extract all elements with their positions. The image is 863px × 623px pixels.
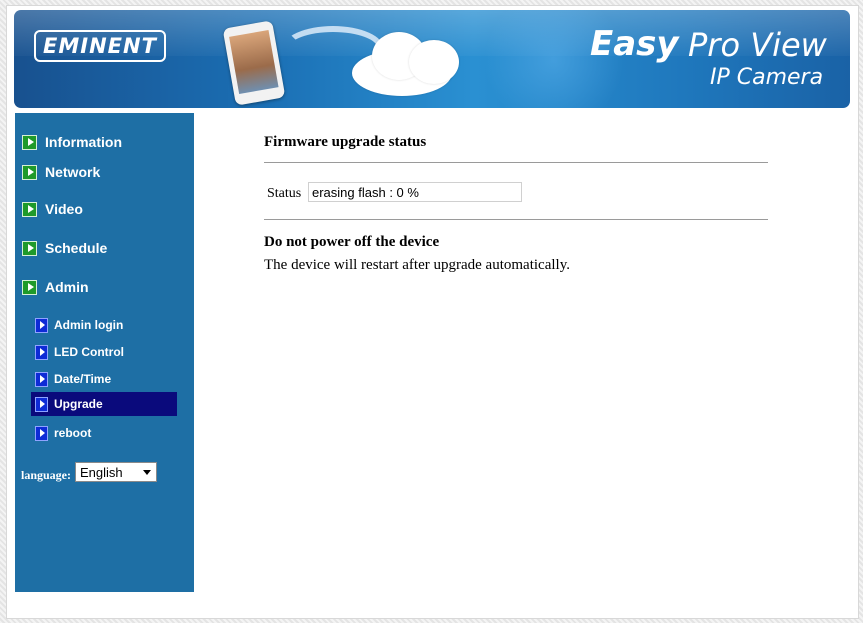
sidebar-item-label: Network (45, 164, 101, 180)
arrow-bullet-icon (35, 344, 48, 360)
arrow-bullet-icon (35, 317, 48, 333)
sidebar-subitem-admin-login[interactable]: Admin login (31, 313, 177, 337)
sidebar-item-video[interactable]: Video (22, 199, 83, 219)
sidebar: Information Network Video Schedule Admin… (15, 113, 194, 592)
arrow-bullet-icon (35, 425, 48, 441)
language-select[interactable]: English (75, 462, 157, 482)
language-select-value: English (80, 464, 123, 480)
language-label: language: (21, 468, 72, 482)
sidebar-item-admin[interactable]: Admin (22, 277, 89, 297)
cloud-puff (409, 40, 459, 84)
divider (264, 219, 768, 220)
eminent-logo: EMINENT (34, 30, 166, 62)
sidebar-item-information[interactable]: Information (22, 132, 122, 152)
sidebar-subitem-label: reboot (54, 426, 92, 440)
sidebar-subitem-reboot[interactable]: reboot (31, 421, 177, 445)
product-title-proview: Pro View (688, 26, 827, 64)
sidebar-item-network[interactable]: Network (22, 162, 100, 182)
page-title: Firmware upgrade status (264, 134, 427, 150)
sidebar-item-label: Information (45, 134, 122, 150)
sidebar-subitem-upgrade[interactable]: Upgrade (31, 392, 177, 416)
divider (264, 162, 768, 163)
arrow-bullet-icon (22, 240, 37, 256)
warning-text: The device will restart after upgrade au… (264, 257, 570, 273)
sidebar-subitem-label: Date/Time (54, 372, 112, 386)
sidebar-item-label: Schedule (45, 240, 108, 256)
arrow-bullet-icon (35, 396, 48, 412)
sidebar-item-schedule[interactable]: Schedule (22, 238, 107, 258)
arrow-bullet-icon (22, 279, 37, 295)
product-subtitle: IP Camera (710, 65, 824, 90)
sidebar-subitem-label: Admin login (54, 318, 124, 332)
chevron-down-icon (143, 470, 151, 475)
sidebar-subitem-led-control[interactable]: LED Control (31, 340, 177, 364)
arrow-bullet-icon (22, 201, 37, 217)
warning-title: Do not power off the device (264, 234, 440, 250)
phone-photo (229, 29, 279, 95)
header-banner: EMINENT Easy Pro View IP Camera (14, 10, 850, 108)
sidebar-subitem-label: LED Control (54, 345, 124, 359)
arrow-bullet-icon (35, 371, 48, 387)
sidebar-subitem-label: Upgrade (54, 397, 103, 411)
status-field: erasing flash : 0 % (308, 182, 522, 202)
arrow-bullet-icon (22, 164, 37, 180)
sidebar-subitem-date-time[interactable]: Date/Time (31, 367, 177, 391)
status-label: Status (267, 186, 302, 201)
sidebar-item-label: Video (45, 201, 83, 217)
product-title-easy: Easy (590, 24, 679, 64)
arrow-bullet-icon (22, 134, 37, 150)
sidebar-item-label: Admin (45, 279, 89, 295)
